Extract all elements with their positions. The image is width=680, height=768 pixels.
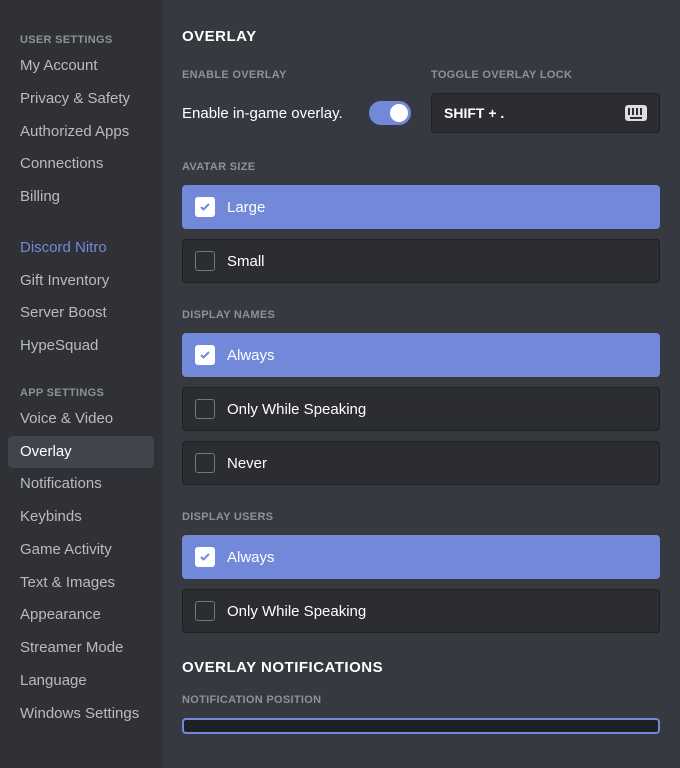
checkbox (195, 197, 215, 217)
enable-overlay-toggle[interactable] (369, 101, 411, 125)
display-users-label: DISPLAY USERS (182, 511, 660, 523)
sidebar-item-server-boost[interactable]: Server Boost (8, 297, 154, 330)
avatar-size-option-small[interactable]: Small (182, 239, 660, 283)
display-names-option-always[interactable]: Always (182, 333, 660, 377)
display-users-option-always[interactable]: Always (182, 535, 660, 579)
sidebar-item-hypesquad[interactable]: HypeSquad (8, 330, 154, 363)
option-label: Never (227, 455, 267, 472)
sidebar-item-discord-nitro[interactable]: Discord Nitro (8, 232, 154, 265)
avatar-size-label: AVATAR SIZE (182, 161, 660, 173)
page-title: OVERLAY (182, 28, 660, 45)
sidebar-item-notifications[interactable]: Notifications (8, 468, 154, 501)
sidebar-item-gift-inventory[interactable]: Gift Inventory (8, 265, 154, 298)
notification-position-label: NOTIFICATION POSITION (182, 694, 660, 706)
sidebar-item-streamer-mode[interactable]: Streamer Mode (8, 632, 154, 665)
toggle-knob (390, 104, 408, 122)
keybind-text: SHIFT + . (444, 105, 504, 121)
keyboard-icon (625, 105, 647, 121)
display-names-label: DISPLAY NAMES (182, 309, 660, 321)
option-label: Always (227, 347, 275, 364)
overlay-notifications-title: OVERLAY NOTIFICATIONS (182, 659, 660, 676)
option-label: Small (227, 253, 265, 270)
check-icon (199, 349, 211, 361)
option-label: Large (227, 199, 265, 216)
sidebar-heading-user: USER SETTINGS (8, 28, 154, 50)
sidebar-item-text-images[interactable]: Text & Images (8, 567, 154, 600)
sidebar-item-game-activity[interactable]: Game Activity (8, 534, 154, 567)
display-names-option-never[interactable]: Never (182, 441, 660, 485)
sidebar-item-overlay[interactable]: Overlay (8, 436, 154, 469)
sidebar-heading-app: APP SETTINGS (8, 381, 154, 403)
enable-overlay-label: ENABLE OVERLAY (182, 69, 411, 81)
option-label: Always (227, 549, 275, 566)
checkbox (195, 399, 215, 419)
sidebar-item-my-account[interactable]: My Account (8, 50, 154, 83)
sidebar-item-appearance[interactable]: Appearance (8, 599, 154, 632)
notification-position-selector[interactable] (182, 718, 660, 734)
checkbox (195, 345, 215, 365)
sidebar-item-keybinds[interactable]: Keybinds (8, 501, 154, 534)
check-icon (199, 551, 211, 563)
sidebar-item-privacy-safety[interactable]: Privacy & Safety (8, 83, 154, 116)
display-users-option-only-while-speaking[interactable]: Only While Speaking (182, 589, 660, 633)
sidebar-item-billing[interactable]: Billing (8, 181, 154, 214)
settings-content: OVERLAY ENABLE OVERLAY Enable in-game ov… (162, 0, 680, 768)
sidebar-item-windows-settings[interactable]: Windows Settings (8, 698, 154, 731)
sidebar-item-voice-video[interactable]: Voice & Video (8, 403, 154, 436)
sidebar-item-connections[interactable]: Connections (8, 148, 154, 181)
sidebar-item-language[interactable]: Language (8, 665, 154, 698)
check-icon (199, 201, 211, 213)
avatar-size-option-large[interactable]: Large (182, 185, 660, 229)
sidebar-item-authorized-apps[interactable]: Authorized Apps (8, 116, 154, 149)
checkbox (195, 251, 215, 271)
checkbox (195, 601, 215, 621)
overlay-lock-keybind[interactable]: SHIFT + . (431, 93, 660, 133)
option-label: Only While Speaking (227, 401, 366, 418)
checkbox (195, 547, 215, 567)
settings-sidebar: USER SETTINGS My AccountPrivacy & Safety… (0, 0, 162, 768)
enable-overlay-text: Enable in-game overlay. (182, 105, 343, 122)
display-names-option-only-while-speaking[interactable]: Only While Speaking (182, 387, 660, 431)
checkbox (195, 453, 215, 473)
toggle-lock-label: TOGGLE OVERLAY LOCK (431, 69, 660, 81)
option-label: Only While Speaking (227, 603, 366, 620)
